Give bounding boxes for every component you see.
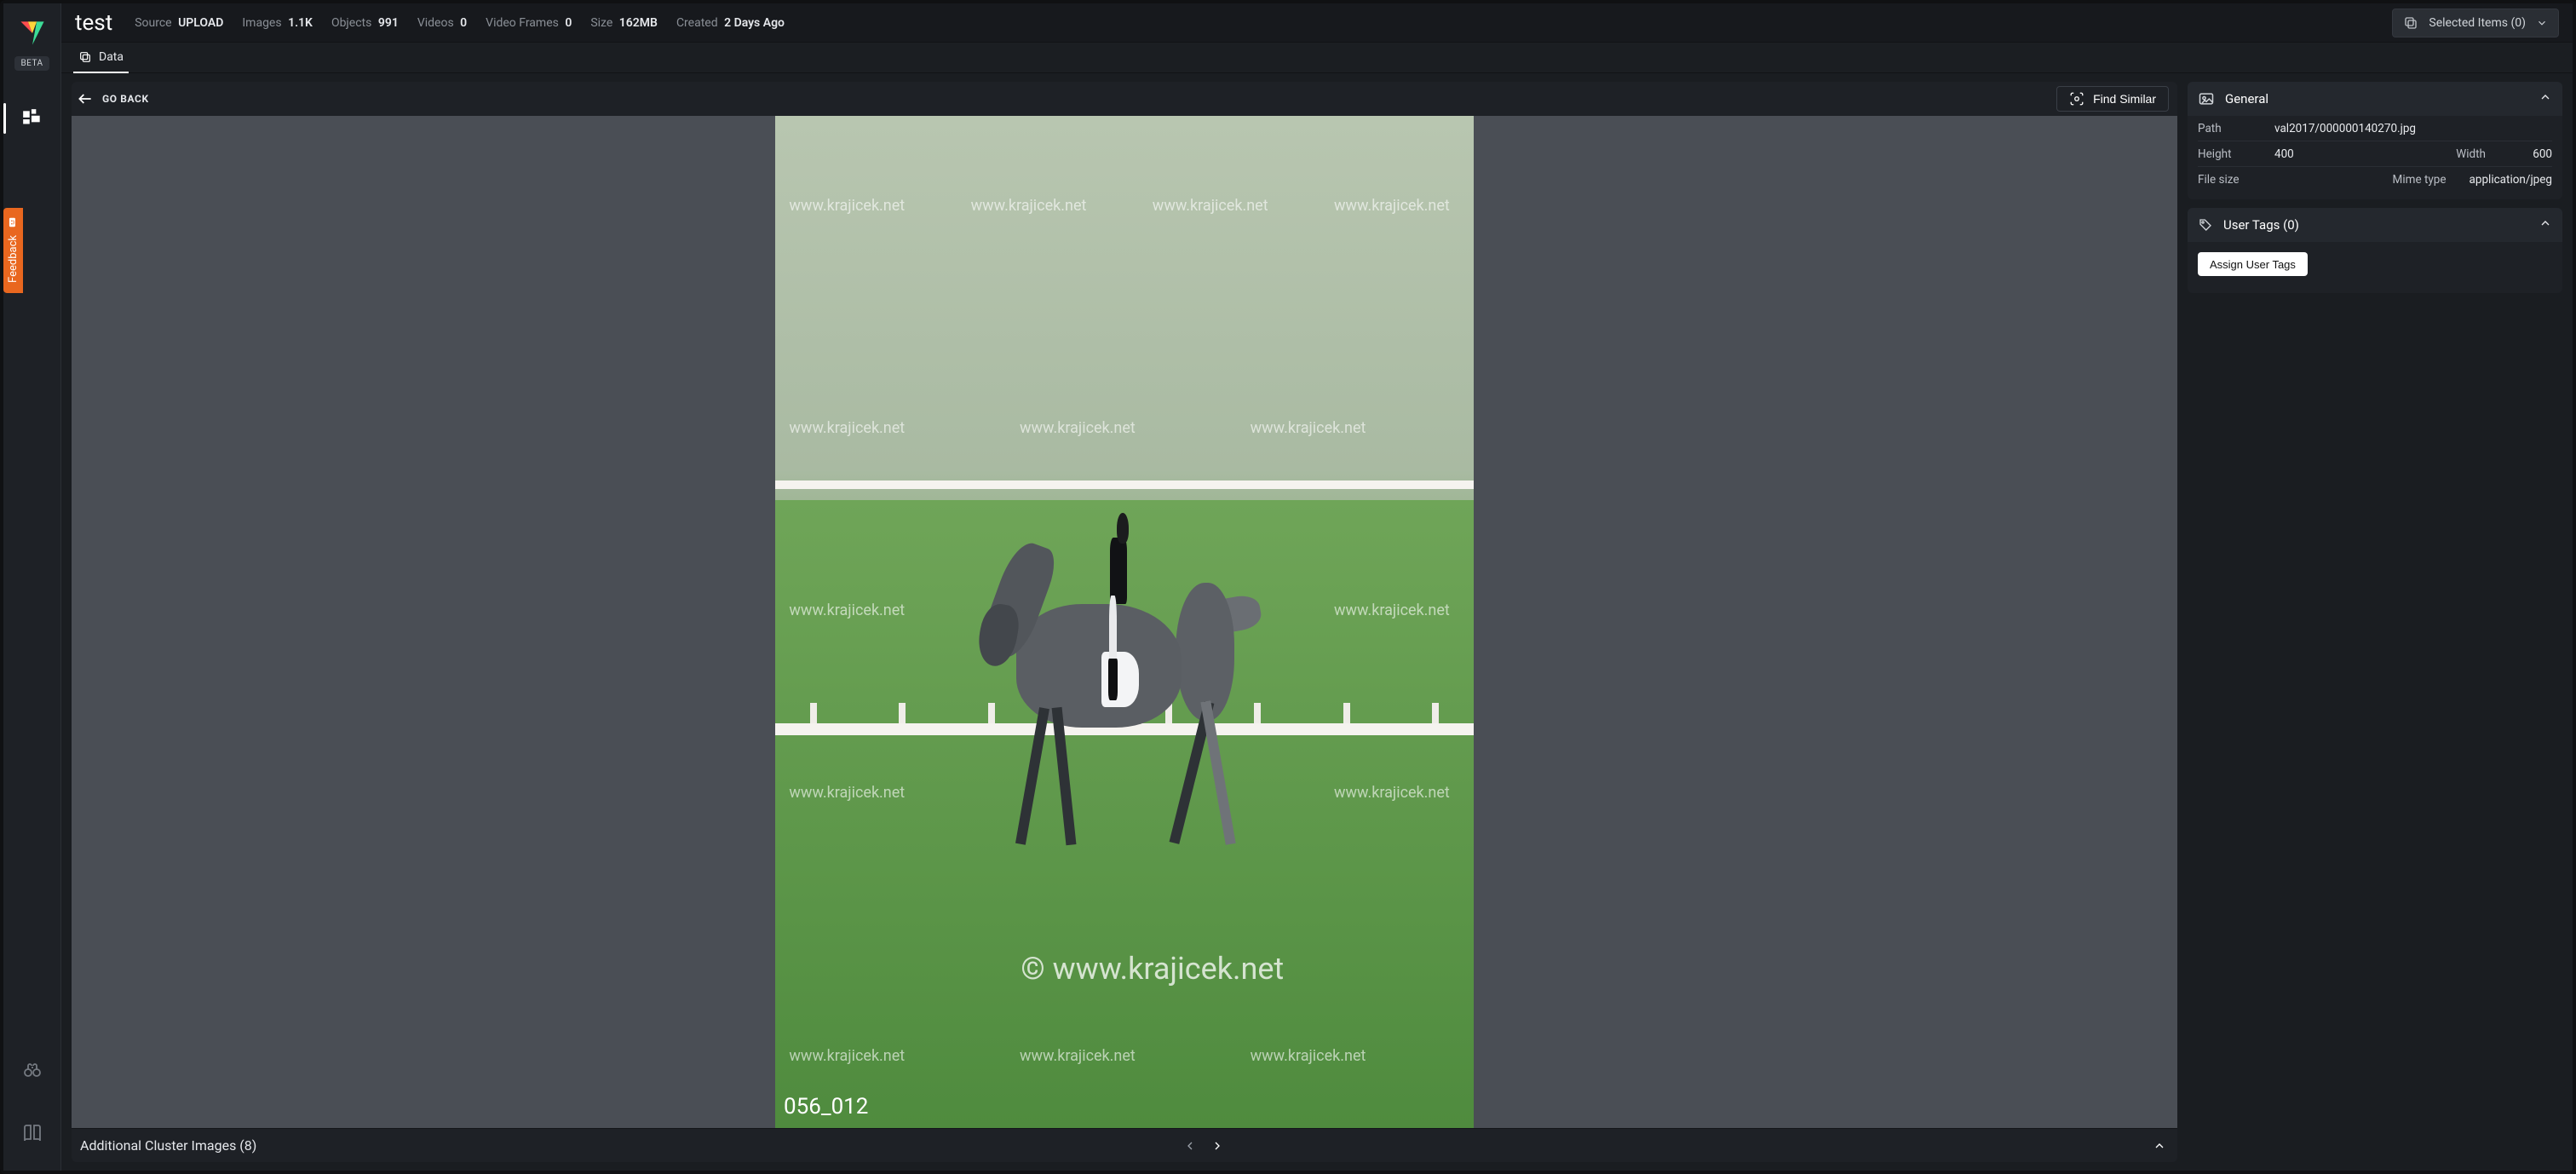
- meta-size: Size 162MB: [590, 16, 658, 30]
- sidebar-item-explore[interactable]: [3, 1046, 61, 1094]
- app-root: BETA: [0, 0, 2576, 1174]
- chevron-up-icon: [2153, 1139, 2166, 1153]
- watermark-text: www.krajicek.net: [971, 197, 1087, 215]
- scan-icon: [2069, 91, 2084, 106]
- general-panel-header[interactable]: General: [2188, 82, 2562, 116]
- image-subject: [985, 500, 1251, 844]
- image-toolbar: GO BACK Find Similar: [72, 82, 2177, 116]
- watermark-text: www.krajicek.net: [1251, 419, 1366, 437]
- chevron-up-icon: [2539, 90, 2552, 104]
- arrow-left-icon: [77, 90, 94, 107]
- tag-icon: [2198, 217, 2213, 233]
- sidebar-item-docs[interactable]: [3, 1109, 61, 1157]
- chevron-up-icon: [2539, 216, 2552, 230]
- copy-icon: [2403, 15, 2418, 31]
- user-tags-panel: User Tags (0) Assign User Tags: [2188, 208, 2562, 293]
- watermark-text: www.krajicek.net: [1153, 197, 1268, 215]
- watermark-big: © www.krajicek.net: [901, 951, 1404, 987]
- left-sidebar: BETA: [3, 3, 61, 1171]
- image-viewport[interactable]: www.krajicek.net www.krajicek.net www.kr…: [72, 116, 2177, 1128]
- sidebar-item-dashboard[interactable]: [3, 95, 61, 142]
- frame-label: 056_012: [784, 1094, 868, 1119]
- dataset-header: test Source UPLOAD Images 1.1K Objects 9…: [61, 3, 2573, 43]
- meta-created: Created 2 Days Ago: [676, 16, 785, 30]
- feedback-tab[interactable]: Feedback: [3, 208, 23, 293]
- meta-videos: Videos 0: [417, 16, 467, 30]
- dataset-title: test: [75, 10, 112, 36]
- chevron-down-icon: [2536, 17, 2548, 29]
- copy-icon: [78, 50, 92, 64]
- brand-logo[interactable]: [18, 19, 47, 48]
- watermark-text: www.krajicek.net: [789, 197, 905, 215]
- binoculars-icon: [22, 1060, 43, 1080]
- smiley-icon: [8, 216, 20, 228]
- assign-user-tags-button[interactable]: Assign User Tags: [2198, 252, 2308, 276]
- tab-data[interactable]: Data: [73, 43, 129, 72]
- content-area: GO BACK Find Similar: [61, 73, 2573, 1171]
- find-similar-label: Find Similar: [2093, 92, 2156, 106]
- watermark-text: www.krajicek.net: [1020, 419, 1136, 437]
- cluster-title: Additional Cluster Images (8): [80, 1137, 256, 1154]
- meta-images: Images 1.1K: [242, 16, 313, 30]
- cluster-prev-button[interactable]: [1181, 1137, 1199, 1155]
- watermark-text: www.krajicek.net: [1334, 197, 1450, 215]
- meta-video-frames: Video Frames 0: [486, 16, 572, 30]
- row-dimensions: Height 400 Width 600: [2198, 141, 2552, 167]
- image-surface: www.krajicek.net www.krajicek.net www.kr…: [775, 116, 1474, 1128]
- cluster-footer: Additional Cluster Images (8): [72, 1128, 2177, 1162]
- cluster-expand-button[interactable]: [2150, 1137, 2169, 1155]
- meta-objects: Objects 991: [331, 16, 399, 30]
- tabs-bar: Data: [61, 43, 2573, 73]
- image-panel: GO BACK Find Similar: [72, 82, 2177, 1162]
- watermark-text: www.krajicek.net: [789, 419, 905, 437]
- beta-badge: BETA: [14, 56, 49, 71]
- feedback-label: Feedback: [7, 235, 20, 283]
- book-icon: [22, 1123, 43, 1143]
- selected-items-label: Selected Items (0): [2429, 16, 2526, 30]
- user-tags-header[interactable]: User Tags (0): [2188, 208, 2562, 242]
- image-icon: [2198, 90, 2215, 107]
- user-tags-body: Assign User Tags: [2188, 242, 2562, 293]
- selected-items-button[interactable]: Selected Items (0): [2392, 9, 2559, 37]
- meta-source: Source UPLOAD: [135, 16, 223, 30]
- find-similar-button[interactable]: Find Similar: [2056, 86, 2169, 112]
- details-panel: General Path val2017/000000140270.jpg He…: [2188, 82, 2562, 1162]
- user-tags-title: User Tags (0): [2223, 217, 2299, 233]
- chevron-right-icon: [1210, 1139, 1224, 1153]
- general-panel: General Path val2017/000000140270.jpg He…: [2188, 82, 2562, 199]
- grid-icon: [21, 107, 43, 129]
- chevron-left-icon: [1183, 1139, 1197, 1153]
- general-panel-title: General: [2225, 91, 2268, 106]
- tab-label: Data: [99, 50, 124, 64]
- main-column: test Source UPLOAD Images 1.1K Objects 9…: [61, 3, 2573, 1171]
- row-path: Path val2017/000000140270.jpg: [2198, 116, 2552, 141]
- general-panel-body: Path val2017/000000140270.jpg Height 400…: [2188, 116, 2562, 199]
- go-back-button[interactable]: GO BACK: [77, 90, 149, 107]
- row-file-mime: File size Mime type application/jpeg: [2198, 167, 2552, 193]
- cluster-next-button[interactable]: [1208, 1137, 1227, 1155]
- go-back-label: GO BACK: [102, 93, 149, 105]
